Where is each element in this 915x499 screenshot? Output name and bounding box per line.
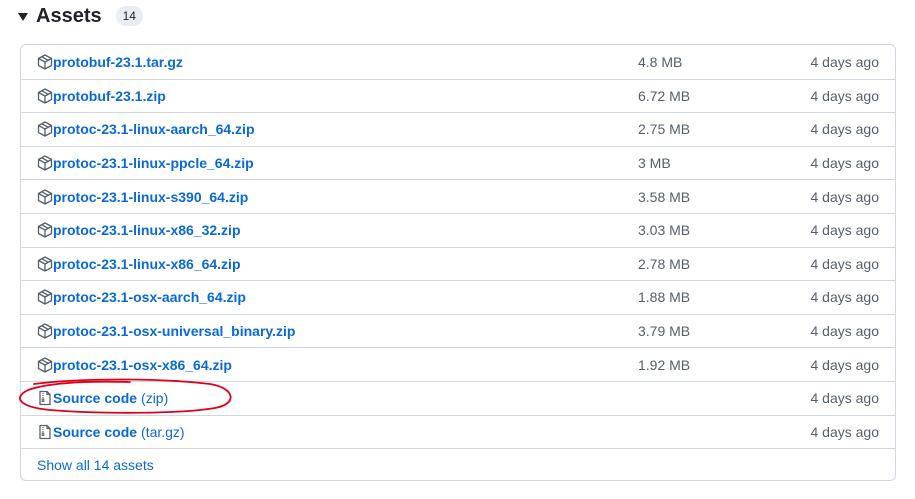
asset-row: protoc-23.1-osx-universal_binary.zip 3.79… [21, 313, 895, 348]
asset-name: protoc-23.1-osx-x86_64.zip [53, 356, 232, 373]
asset-size: 3.03 MB [638, 222, 691, 239]
package-icon [37, 54, 53, 70]
asset-link[interactable]: protobuf-23.1.zip [37, 80, 166, 113]
asset-row: protobuf-23.1.tar.gz 4.8 MB 4 days ago [21, 45, 895, 79]
asset-link[interactable]: Source code (tar.gz) [37, 416, 185, 449]
asset-name: protobuf-23.1.tar.gz [53, 53, 183, 70]
asset-size: 2.75 MB [638, 121, 691, 138]
asset-size: 3 MB [638, 155, 671, 172]
asset-date: 4 days ago [810, 289, 880, 306]
asset-link[interactable]: Source code (zip) [37, 382, 168, 415]
asset-size: 3.79 MB [638, 323, 691, 340]
asset-link[interactable]: protoc-23.1-linux-ppcle_64.zip [37, 147, 254, 180]
asset-size: 1.88 MB [638, 289, 691, 306]
file-zip-icon [37, 424, 53, 440]
file-zip-icon [37, 390, 53, 406]
assets-list: protobuf-23.1.tar.gz 4.8 MB 4 days ago prot… [20, 44, 896, 481]
asset-date: 4 days ago [810, 188, 880, 205]
asset-link[interactable]: protoc-23.1-linux-x86_32.zip [37, 214, 241, 247]
asset-name: Source code [53, 423, 138, 440]
asset-date: 4 days ago [810, 255, 880, 272]
asset-size: 3.58 MB [638, 188, 691, 205]
asset-date: 4 days ago [810, 222, 880, 239]
package-icon [37, 121, 53, 138]
asset-size: 1.92 MB [638, 356, 691, 373]
asset-date: 4 days ago [810, 53, 880, 70]
asset-row: protoc-23.1-osx-x86_64.zip 1.92 MB 4 days … [21, 347, 895, 381]
asset-row: protoc-23.1-linux-ppcle_64.zip 3 MB 4 days… [21, 145, 895, 180]
assets-count-badge: 14 [115, 6, 143, 26]
asset-size: 2.78 MB [638, 255, 691, 272]
asset-size: 4.8 MB [638, 53, 683, 70]
caret-down-icon[interactable] [18, 13, 28, 21]
package-icon [37, 323, 53, 339]
show-all-assets-link[interactable]: Show all 14 assets [37, 449, 154, 480]
asset-date: 4 days ago [810, 155, 880, 172]
asset-link[interactable]: protoc-23.1-osx-aarch_64.zip [37, 281, 246, 314]
asset-name: protoc-23.1-linux-aarch_64.zip [53, 121, 255, 138]
asset-link[interactable]: protoc-23.1-osx-x86_64.zip [37, 348, 232, 381]
asset-row: protoc-23.1-linux-x86_64.zip 2.78 MB 4 day… [21, 246, 895, 281]
asset-date: 4 days ago [810, 356, 880, 373]
asset-row: Source code (zip) 4 days ago [21, 381, 895, 415]
asset-link[interactable]: protoc-23.1-linux-aarch_64.zip [37, 113, 255, 146]
asset-name: Source code [53, 390, 138, 407]
asset-date: 4 days ago [810, 323, 880, 340]
asset-name: protoc-23.1-linux-x86_32.zip [53, 222, 241, 239]
package-icon [37, 155, 53, 171]
asset-date: 4 days ago [810, 423, 880, 440]
asset-name: protoc-23.1-osx-aarch_64.zip [53, 289, 246, 306]
asset-name: protobuf-23.1.zip [53, 87, 166, 104]
asset-name: protoc-23.1-osx-universal_binary.zip [53, 323, 296, 340]
asset-row: protoc-23.1-linux-s390_64.zip 3.58 MB 4 da… [21, 179, 895, 213]
assets-header[interactable]: Assets 14 [18, 4, 143, 28]
package-icon [37, 289, 53, 306]
asset-format: (zip) [141, 390, 169, 407]
asset-row: protobuf-23.1.zip 6.72 MB 4 days ago [21, 78, 895, 113]
asset-link[interactable]: protobuf-23.1.tar.gz [37, 45, 183, 79]
package-icon [37, 222, 53, 238]
asset-name: protoc-23.1-linux-x86_64.zip [53, 255, 241, 272]
asset-format: (tar.gz) [141, 423, 185, 440]
asset-name: protoc-23.1-linux-s390_64.zip [53, 188, 249, 205]
asset-row: protoc-23.1-linux-x86_32.zip 3.03 MB 4 day… [21, 213, 895, 247]
asset-link[interactable]: protoc-23.1-osx-universal_binary.zip [37, 315, 295, 348]
asset-row: protoc-23.1-linux-aarch_64.zip 2.75 MB 4 d… [21, 112, 895, 146]
asset-date: 4 days ago [810, 121, 880, 138]
asset-date: 4 days ago [810, 87, 880, 104]
package-icon [37, 189, 53, 205]
show-all-row: Show all 14 assets [21, 448, 895, 480]
asset-date: 4 days ago [810, 390, 880, 407]
package-icon [37, 256, 53, 272]
package-icon [37, 357, 53, 373]
assets-title: Assets [36, 4, 102, 27]
asset-row: Source code (tar.gz) 4 days ago [21, 414, 895, 449]
asset-link[interactable]: protoc-23.1-linux-s390_64.zip [37, 180, 248, 213]
asset-size: 6.72 MB [638, 87, 691, 104]
asset-link[interactable]: protoc-23.1-linux-x86_64.zip [37, 248, 241, 281]
asset-name: protoc-23.1-linux-ppcle_64.zip [53, 155, 254, 172]
asset-row: protoc-23.1-osx-aarch_64.zip 1.88 MB 4 day… [21, 280, 895, 314]
package-icon [37, 88, 53, 104]
